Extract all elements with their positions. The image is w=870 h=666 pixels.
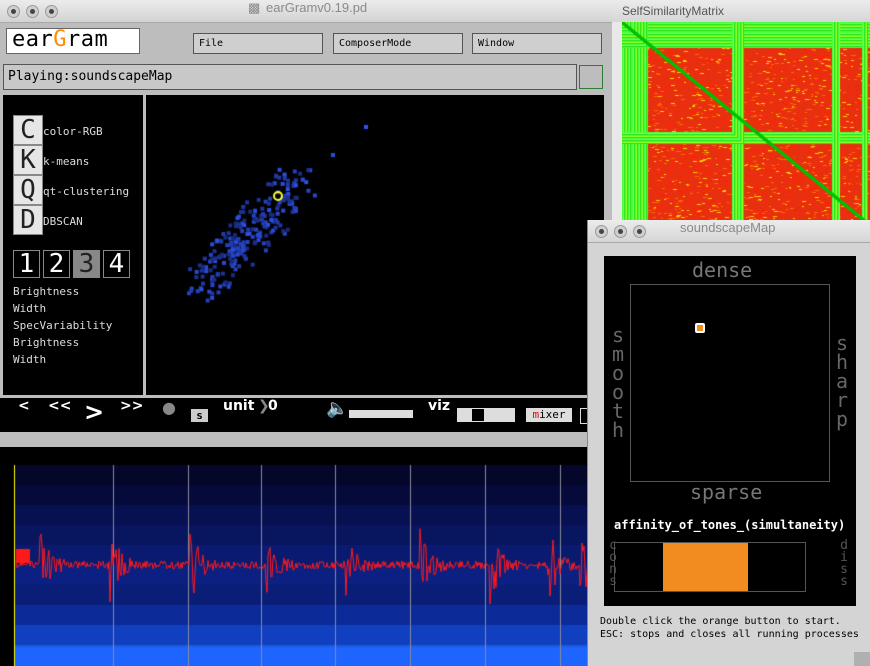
k-means-label: k-means [43, 155, 90, 168]
orange-start-button[interactable] [662, 543, 748, 591]
dbscan-label: DBSCAN [43, 215, 83, 228]
affinity-label: affinity_of_tones_(simultaneity) [614, 518, 846, 532]
similarity-matrix-plot [622, 22, 870, 225]
close-window-button[interactable] [595, 225, 608, 238]
diss-label: diss [840, 538, 848, 589]
qt-clustering-label: qt-clustering [43, 185, 130, 198]
waveform-canvas[interactable] [0, 447, 612, 666]
descriptor-scatter-plot[interactable] [146, 95, 604, 395]
feature-label: Brightness [13, 336, 80, 349]
marker-core [697, 325, 704, 332]
minimize-window-button[interactable] [26, 5, 39, 18]
s-button[interactable]: s [191, 409, 208, 422]
soundscape-xy-pad[interactable] [630, 284, 830, 482]
logo-part-ear: ear [12, 27, 54, 52]
smooth-label: smooth [611, 323, 625, 442]
affinity-range-slider[interactable] [614, 542, 806, 592]
minimize-window-button[interactable] [614, 225, 627, 238]
eargram-logo-text: earGram [12, 27, 108, 52]
help-line-1: Double click the orange button to start. [600, 616, 841, 627]
dense-label: dense [692, 258, 753, 282]
status-toggle[interactable] [579, 65, 603, 89]
sharp-label: sharp [835, 331, 849, 431]
color-rgb-button[interactable]: C [13, 115, 43, 145]
soundscape-window-title: soundscapeMap [680, 220, 776, 235]
transport-bar: < << > >> ● s unit ❯ 0 🔈 viz mixer [0, 398, 612, 432]
forward-button[interactable]: >> [120, 398, 143, 432]
viz-selected-cell[interactable] [472, 409, 484, 421]
close-window-button[interactable] [7, 5, 20, 18]
clustering-panel: C color-RGB K k-means Q qt-clustering D … [3, 95, 143, 395]
soundscape-title-bar: soundscapeMap [588, 220, 870, 243]
soundscape-map-window: soundscapeMap dense smooth sharp sparse … [587, 220, 870, 666]
logo-part-ram: ram [67, 27, 109, 52]
k-means-button[interactable]: K [13, 145, 43, 175]
number-button-1[interactable]: 1 [13, 250, 40, 278]
feature-label: SpecVariability [13, 319, 113, 332]
viz-selector[interactable] [457, 408, 515, 422]
viz-label: viz [428, 398, 451, 414]
mixer-button[interactable]: mixer [526, 408, 572, 422]
scatter-canvas[interactable] [146, 95, 604, 395]
zoom-window-button[interactable] [45, 5, 58, 18]
color-rgb-label: color-RGB [43, 125, 103, 138]
zoom-window-button[interactable] [633, 225, 646, 238]
dbscan-button[interactable]: D [13, 205, 43, 235]
number-button-2[interactable]: 2 [43, 250, 70, 278]
logo-part-g: G [53, 27, 67, 52]
previous-button[interactable]: < [18, 398, 30, 432]
help-line-2: ESC: stops and closes all running proces… [600, 629, 859, 640]
soundscape-panel: dense smooth sharp sparse affinity_of_to… [604, 256, 856, 606]
sparse-label: sparse [690, 480, 763, 504]
soundscape-marker[interactable] [695, 323, 706, 334]
play-button[interactable]: > [84, 398, 104, 432]
resize-handle[interactable] [854, 652, 870, 666]
help-text: Double click the orange button to start.… [600, 615, 865, 641]
number-button-3[interactable]: 3 [73, 250, 100, 278]
feature-label: Width [13, 353, 47, 366]
document-icon: ▩ [248, 0, 261, 15]
rewind-button[interactable]: << [48, 398, 71, 432]
mixer-rest: ixer [539, 408, 566, 421]
window-menu-button[interactable]: Window [472, 33, 602, 54]
feature-label: Brightness [13, 285, 80, 298]
qt-clustering-button[interactable]: Q [13, 175, 43, 205]
playing-status: Playing:soundscapeMap [3, 64, 577, 90]
volume-slider[interactable] [349, 410, 413, 418]
file-menu-button[interactable]: File [193, 33, 323, 54]
unit-number-box[interactable]: 0 [268, 398, 278, 432]
unit-label: unit [223, 398, 255, 414]
record-dot-icon[interactable]: ● [162, 398, 176, 432]
waveform-timeline[interactable] [0, 447, 612, 666]
main-window-title: earGramv0.19.pd [266, 0, 368, 15]
composer-mode-menu-button[interactable]: ComposerMode [333, 33, 463, 54]
main-title-bar: ▩ earGramv0.19.pd [0, 0, 612, 23]
number-button-4[interactable]: 4 [103, 250, 130, 278]
feature-label: Width [13, 302, 47, 315]
speaker-icon[interactable]: 🔈 [326, 398, 348, 432]
eargram-main-window: ▩ earGramv0.19.pd earGram File ComposerM… [0, 0, 612, 666]
